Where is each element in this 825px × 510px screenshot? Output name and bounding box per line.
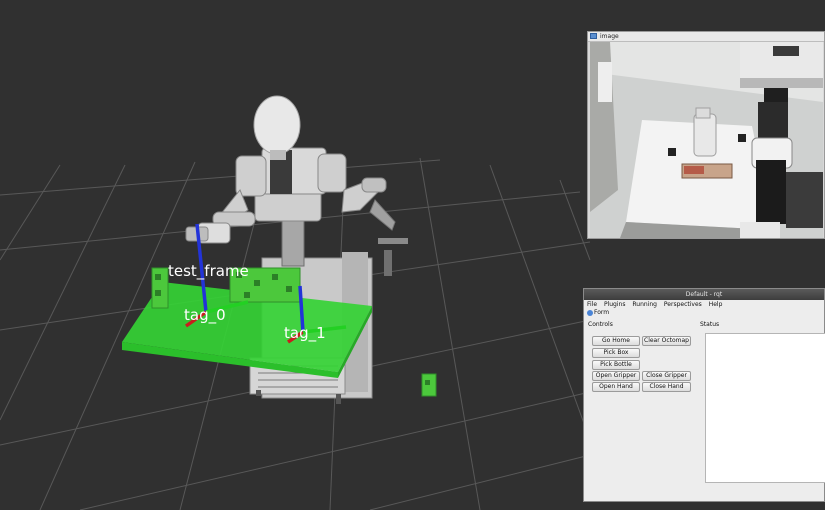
menu-perspectives[interactable]: Perspectives — [664, 301, 702, 308]
pick-bottle-button[interactable]: Pick Bottle — [592, 360, 640, 370]
test-frame-label: test_frame — [168, 262, 249, 281]
status-text-area[interactable] — [705, 333, 825, 483]
menu-running[interactable]: Running — [632, 301, 657, 308]
menu-plugins[interactable]: Plugins — [604, 301, 626, 308]
image-window-titlebar: image — [588, 32, 824, 42]
close-hand-button[interactable]: Close Hand — [642, 382, 691, 392]
pick-box-button[interactable]: Pick Box — [592, 348, 640, 358]
menu-file[interactable]: File — [587, 301, 597, 308]
tag-0-label: tag_0 — [184, 306, 226, 325]
form-icon — [587, 309, 593, 316]
image-window-icon — [590, 33, 597, 39]
close-gripper-button[interactable]: Close Gripper — [642, 371, 691, 381]
rqt-window: Default - rqt File Plugins Running Persp… — [583, 288, 825, 502]
image-window-title: image — [600, 33, 619, 40]
form-label: Form — [594, 309, 610, 316]
rqt-menubar: File Plugins Running Perspectives Help — [584, 300, 824, 309]
open-hand-button[interactable]: Open Hand — [592, 382, 640, 392]
clear-octomap-button[interactable]: Clear Octomap — [642, 336, 691, 346]
tag-1-label: tag_1 — [284, 324, 326, 343]
menu-help[interactable]: Help — [709, 301, 723, 308]
controls-label: Controls — [588, 321, 613, 328]
camera-image — [590, 42, 823, 238]
robot-model — [185, 95, 408, 276]
open-gripper-button[interactable]: Open Gripper — [592, 371, 640, 381]
go-home-button[interactable]: Go Home — [592, 336, 640, 346]
rqt-title: Default - rqt — [584, 289, 824, 300]
status-label: Status — [700, 321, 720, 328]
image-view-window: image — [587, 31, 825, 239]
form-tab[interactable]: Form — [584, 309, 824, 317]
